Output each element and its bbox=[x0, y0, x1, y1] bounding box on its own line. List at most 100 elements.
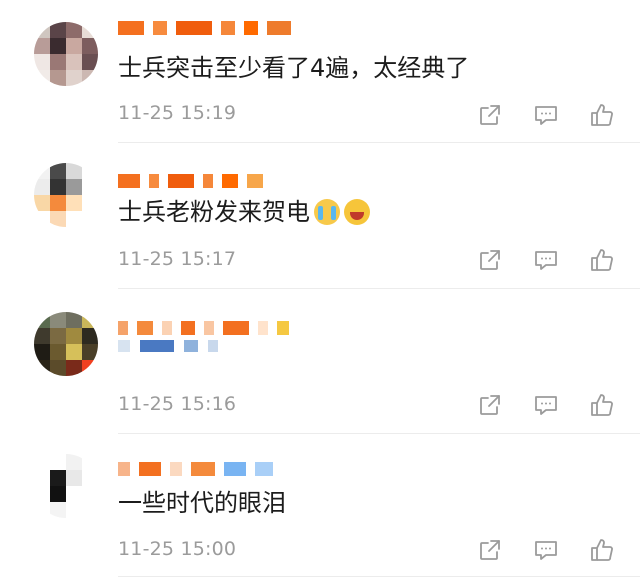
thumbs-up-icon[interactable] bbox=[587, 100, 616, 129]
crying-face-emoji bbox=[314, 199, 340, 225]
name-pixel bbox=[191, 462, 215, 476]
username-blurred[interactable] bbox=[118, 170, 272, 192]
avatar-pixel bbox=[82, 179, 98, 195]
comment-text-content: 士兵老粉发来贺电 bbox=[118, 198, 310, 226]
name-pixel bbox=[222, 174, 238, 188]
avatar-pixel bbox=[34, 502, 50, 518]
avatar[interactable] bbox=[34, 22, 98, 86]
name-pixel bbox=[176, 21, 212, 35]
divider bbox=[118, 433, 640, 434]
avatar-pixel bbox=[50, 502, 66, 518]
avatar-pixel bbox=[66, 54, 82, 70]
comment-actions bbox=[475, 390, 616, 419]
name-pixel bbox=[137, 321, 153, 335]
avatar-pixel bbox=[82, 163, 98, 179]
name-pixel bbox=[118, 21, 144, 35]
comment-text: 士兵突击至少看了4遍，太经典了 bbox=[118, 54, 470, 82]
avatar-pixel bbox=[82, 195, 98, 211]
comment-icon[interactable] bbox=[531, 245, 560, 274]
comment-icon[interactable] bbox=[531, 390, 560, 419]
comment-text: 士兵老粉发来贺电 bbox=[118, 196, 370, 228]
avatar-pixel bbox=[34, 38, 50, 54]
avatar-pixel bbox=[34, 470, 50, 486]
avatar-pixel bbox=[66, 344, 82, 360]
name-pixel bbox=[204, 321, 214, 335]
avatar-pixel bbox=[34, 486, 50, 502]
name-pixel bbox=[118, 321, 128, 335]
name-pixel bbox=[139, 462, 161, 476]
thumbs-up-icon[interactable] bbox=[587, 390, 616, 419]
comment-icon[interactable] bbox=[531, 100, 560, 129]
name-pixel bbox=[223, 321, 249, 335]
text-pixel bbox=[140, 340, 174, 352]
divider bbox=[118, 288, 640, 289]
name-pixel bbox=[149, 174, 159, 188]
avatar-pixel bbox=[82, 486, 98, 502]
share-icon[interactable] bbox=[475, 535, 504, 564]
avatar-pixel bbox=[50, 470, 66, 486]
name-pixel bbox=[267, 21, 291, 35]
avatar-pixel bbox=[66, 195, 82, 211]
comment-actions bbox=[475, 535, 616, 564]
avatar-pixel bbox=[82, 22, 98, 38]
name-pixel bbox=[244, 21, 258, 35]
name-pixel bbox=[118, 174, 140, 188]
avatar[interactable] bbox=[34, 312, 98, 376]
avatar[interactable] bbox=[34, 163, 98, 227]
name-pixel bbox=[170, 462, 182, 476]
share-icon[interactable] bbox=[475, 245, 504, 274]
avatar-pixel bbox=[82, 54, 98, 70]
comment-actions bbox=[475, 245, 616, 274]
name-pixel bbox=[203, 174, 213, 188]
divider bbox=[118, 576, 640, 577]
name-pixel bbox=[255, 462, 273, 476]
avatar-pixel bbox=[66, 22, 82, 38]
avatar-pixel bbox=[50, 179, 66, 195]
avatar-pixel bbox=[50, 312, 66, 328]
text-pixel bbox=[208, 340, 218, 352]
avatar-pixel bbox=[66, 70, 82, 86]
comment-time: 11-25 15:19 bbox=[118, 102, 237, 124]
avatar[interactable] bbox=[34, 454, 98, 518]
avatar-pixel bbox=[82, 328, 98, 344]
avatar-pixel bbox=[66, 38, 82, 54]
comment-time: 11-25 15:00 bbox=[118, 538, 237, 560]
name-pixel bbox=[168, 174, 194, 188]
avatar-pixel bbox=[66, 328, 82, 344]
text-pixel bbox=[184, 340, 198, 352]
avatar-pixel bbox=[82, 360, 98, 376]
avatar-pixel bbox=[34, 163, 50, 179]
avatar-pixel bbox=[34, 454, 50, 470]
avatar-pixel bbox=[82, 502, 98, 518]
name-pixel bbox=[258, 321, 268, 335]
comment-icon[interactable] bbox=[531, 535, 560, 564]
thumbs-up-icon[interactable] bbox=[587, 535, 616, 564]
username-blurred[interactable] bbox=[118, 17, 300, 39]
avatar-pixel bbox=[34, 360, 50, 376]
laughing-face-emoji bbox=[344, 199, 370, 225]
divider bbox=[118, 142, 640, 143]
name-pixel bbox=[162, 321, 172, 335]
comment-time: 11-25 15:16 bbox=[118, 393, 237, 415]
avatar-pixel bbox=[82, 454, 98, 470]
thumbs-up-icon[interactable] bbox=[587, 245, 616, 274]
avatar-pixel bbox=[82, 312, 98, 328]
avatar-pixel bbox=[50, 360, 66, 376]
username-blurred[interactable] bbox=[118, 458, 282, 480]
avatar-pixel bbox=[50, 38, 66, 54]
share-icon[interactable] bbox=[475, 390, 504, 419]
name-pixel bbox=[153, 21, 167, 35]
avatar-pixel bbox=[50, 22, 66, 38]
avatar-pixel bbox=[34, 344, 50, 360]
avatar-pixel bbox=[34, 22, 50, 38]
avatar-pixel bbox=[50, 54, 66, 70]
avatar-pixel bbox=[34, 54, 50, 70]
avatar-pixel bbox=[34, 328, 50, 344]
avatar-pixel bbox=[34, 312, 50, 328]
avatar-pixel bbox=[34, 179, 50, 195]
share-icon[interactable] bbox=[475, 100, 504, 129]
name-pixel bbox=[221, 21, 235, 35]
username-blurred[interactable] bbox=[118, 317, 298, 339]
avatar-pixel bbox=[50, 70, 66, 86]
comment-time: 11-25 15:17 bbox=[118, 248, 237, 270]
